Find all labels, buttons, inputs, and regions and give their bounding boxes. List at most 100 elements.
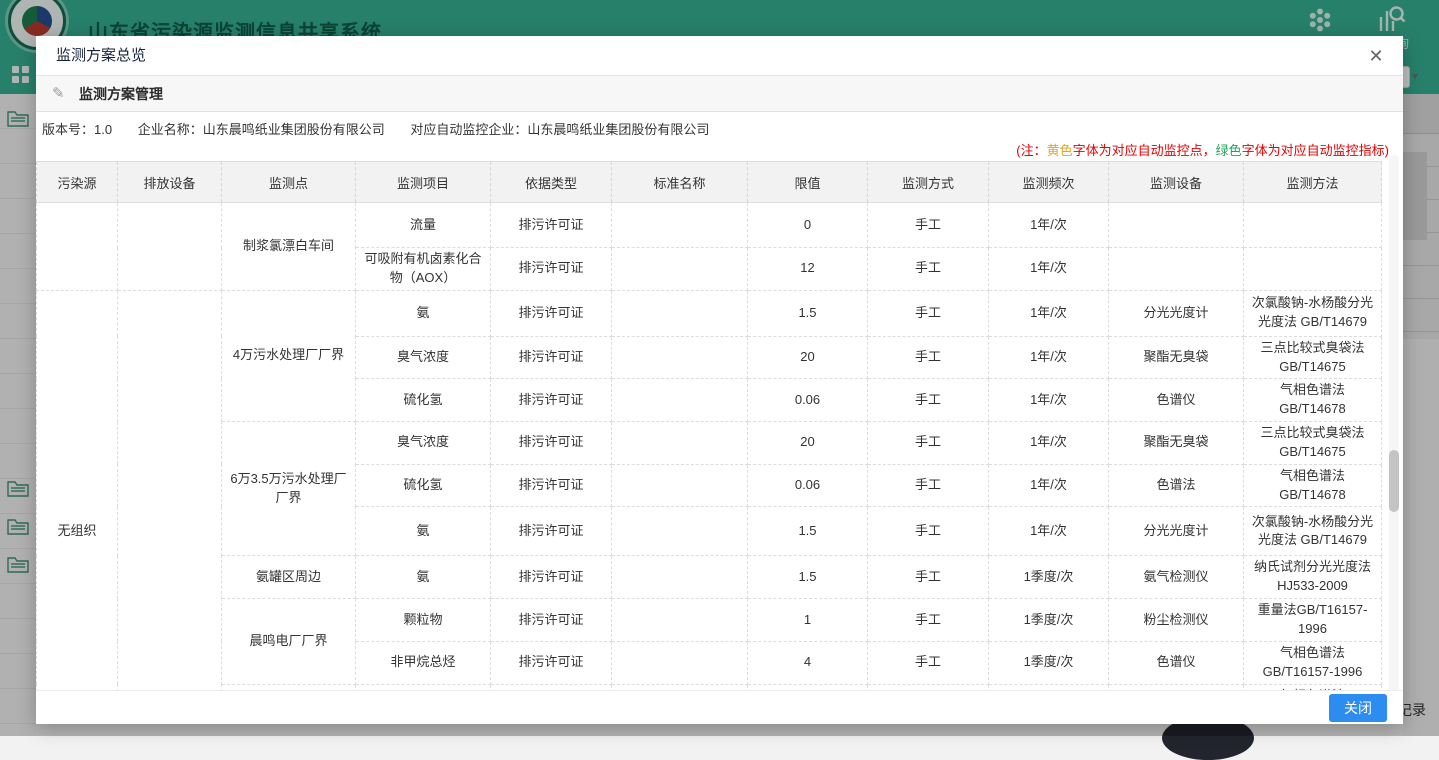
table-cell: 6万3.5万污水处理厂厂界 (222, 422, 356, 556)
table-cell: 1年/次 (989, 203, 1109, 248)
table-row: 6万3.5万污水处理厂厂界臭气浓度排污许可证20手工1年/次聚酯无臭袋三点比较式… (37, 422, 1382, 465)
table-cell: 粉尘检测仪 (1109, 599, 1244, 642)
table-cell: 排污许可证 (491, 379, 612, 422)
table-cell: 色谱仪 (1109, 641, 1244, 684)
section-header: ✎ 监测方案管理 (36, 76, 1403, 112)
modal-scrollbar-track[interactable] (1389, 155, 1399, 720)
table-cell: 手工 (868, 290, 989, 336)
table-header-cell: 监测项目 (356, 162, 491, 203)
table-cell: 1季度/次 (989, 556, 1109, 599)
version-value: 1.0 (94, 122, 112, 137)
company-label: 企业名称： (138, 122, 203, 137)
table-cell: 手工 (868, 248, 989, 291)
table-cell: 1.5 (748, 556, 868, 599)
table-cell (612, 248, 748, 291)
table-cell: 1年/次 (989, 507, 1109, 556)
table-cell: 手工 (868, 556, 989, 599)
table-cell: 1.5 (748, 290, 868, 336)
table-cell: 氨 (356, 507, 491, 556)
table-cell: 排污许可证 (491, 507, 612, 556)
table-cell (612, 203, 748, 248)
table-cell: 手工 (868, 507, 989, 556)
table-cell: 重量法GB/T16157-1996 (1244, 599, 1382, 642)
table-header-cell: 监测方式 (868, 162, 989, 203)
table-header-cell: 监测方法 (1244, 162, 1382, 203)
table-cell: 三点比较式臭袋法 GB/T14675 (1244, 336, 1382, 379)
table-cell: 手工 (868, 336, 989, 379)
table-cell: 排污许可证 (491, 203, 612, 248)
table-cell: 臭气浓度 (356, 422, 491, 465)
close-button[interactable]: 关闭 (1329, 694, 1387, 722)
table-cell: 无组织 (37, 290, 118, 696)
plan-table-body: 制浆氯漂白车间流量排污许可证0手工1年/次可吸附有机卤素化合物（AOX）排污许可… (37, 203, 1382, 697)
table-cell: 气相色谱法 GB/T14678 (1244, 464, 1382, 507)
table-cell: 1.5 (748, 507, 868, 556)
table-cell (612, 464, 748, 507)
pen-icon: ✎ (52, 76, 65, 112)
table-cell: 气相色谱法 GB/T16157-1996 (1244, 641, 1382, 684)
plan-table-wrap: 污染源排放设备监测点监测项目依据类型标准名称限值监测方式监测频次监测设备监测方法… (36, 161, 1403, 696)
table-cell (1244, 203, 1382, 248)
table-cell: 分光光度计 (1109, 507, 1244, 556)
section-title: 监测方案管理 (79, 86, 163, 102)
table-cell (612, 379, 748, 422)
table-cell: 氨罐区周边 (222, 556, 356, 599)
modal-footer: 关闭 (36, 690, 1403, 724)
table-row: 晨鸣电厂厂界颗粒物排污许可证1手工1季度/次粉尘检测仪重量法GB/T16157-… (37, 599, 1382, 642)
table-cell: 纳氏试剂分光光度法HJ533-2009 (1244, 556, 1382, 599)
table-cell: 手工 (868, 464, 989, 507)
table-cell: 1 (748, 599, 868, 642)
table-cell (612, 556, 748, 599)
note-prefix: (注： (1016, 143, 1046, 158)
table-cell: 手工 (868, 379, 989, 422)
note-suffix: 字体为对应自动监控指标) (1242, 143, 1389, 158)
table-cell (1109, 203, 1244, 248)
plan-info-line: 版本号：1.0 企业名称：山东晨鸣纸业集团股份有限公司 对应自动监控企业：山东晨… (42, 119, 1387, 137)
table-header-cell: 标准名称 (612, 162, 748, 203)
table-cell: 聚酯无臭袋 (1109, 336, 1244, 379)
table-cell: 可吸附有机卤素化合物（AOX） (356, 248, 491, 291)
modal-header: 监测方案总览 ✕ (36, 36, 1403, 76)
table-cell (612, 641, 748, 684)
table-cell: 1年/次 (989, 336, 1109, 379)
table-cell: 流量 (356, 203, 491, 248)
table-cell: 1季度/次 (989, 599, 1109, 642)
table-cell: 排污许可证 (491, 464, 612, 507)
table-cell (1109, 248, 1244, 291)
table-cell: 0 (748, 203, 868, 248)
table-cell (612, 290, 748, 336)
table-cell: 臭气浓度 (356, 336, 491, 379)
table-cell: 晨鸣电厂厂界 (222, 599, 356, 684)
auto-company-label: 对应自动监控企业： (410, 122, 527, 137)
table-header-row: 污染源排放设备监测点监测项目依据类型标准名称限值监测方式监测频次监测设备监测方法 (37, 162, 1382, 203)
table-cell: 1年/次 (989, 464, 1109, 507)
table-header-cell: 限值 (748, 162, 868, 203)
table-header-cell: 污染源 (37, 162, 118, 203)
table-cell: 次氯酸钠-水杨酸分光光度法 GB/T14679 (1244, 290, 1382, 336)
table-cell: 聚酯无臭袋 (1109, 422, 1244, 465)
table-cell: 排污许可证 (491, 599, 612, 642)
modal-scrollbar-thumb[interactable] (1389, 450, 1399, 512)
table-cell: 氨气检测仪 (1109, 556, 1244, 599)
table-row: 制浆氯漂白车间流量排污许可证0手工1年/次 (37, 203, 1382, 248)
table-header-cell: 监测设备 (1109, 162, 1244, 203)
table-cell: 手工 (868, 599, 989, 642)
table-cell: 1年/次 (989, 422, 1109, 465)
table-cell (612, 599, 748, 642)
modal-title: 监测方案总览 (36, 36, 1403, 76)
table-cell: 1年/次 (989, 379, 1109, 422)
table-cell: 1年/次 (989, 248, 1109, 291)
close-icon[interactable]: ✕ (1365, 45, 1387, 67)
table-cell: 色谱法 (1109, 464, 1244, 507)
table-cell (118, 203, 222, 291)
table-cell: 硫化氢 (356, 379, 491, 422)
monitoring-plan-modal: 监测方案总览 ✕ ✎ 监测方案管理 版本号：1.0 企业名称：山东晨鸣纸业集团股… (36, 36, 1403, 724)
table-cell: 硫化氢 (356, 464, 491, 507)
table-header-cell: 排放设备 (118, 162, 222, 203)
table-cell: 12 (748, 248, 868, 291)
table-cell: 排污许可证 (491, 290, 612, 336)
table-cell: 0.06 (748, 464, 868, 507)
table-cell: 排污许可证 (491, 422, 612, 465)
table-cell (1244, 248, 1382, 291)
table-cell: 三点比较式臭袋法 GB/T14675 (1244, 422, 1382, 465)
